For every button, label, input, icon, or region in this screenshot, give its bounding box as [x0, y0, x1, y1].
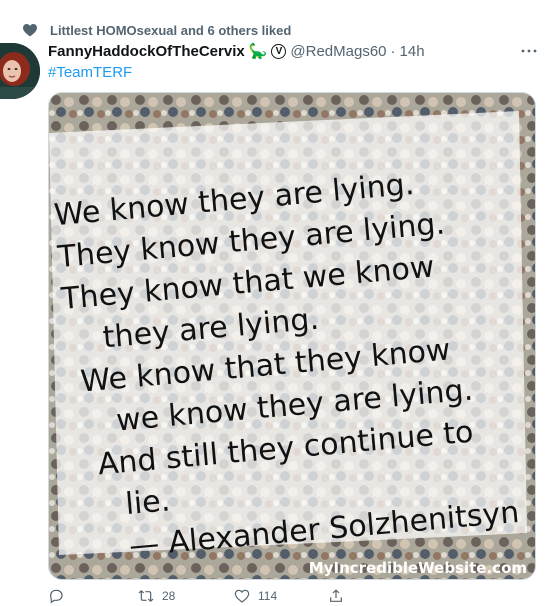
circled-v-icon: V	[271, 43, 287, 59]
display-name[interactable]: FannyHaddockOfTheCervix	[48, 43, 245, 60]
hashtag-link[interactable]: #TeamTERF	[48, 64, 132, 81]
retweet-count: 28	[162, 589, 176, 603]
retweet-icon	[138, 590, 154, 602]
more-options-icon[interactable]	[520, 42, 538, 60]
social-context-text[interactable]: Littlest HOMOsexual and 6 others liked	[50, 23, 291, 38]
quote-line: lie.	[124, 483, 172, 522]
share-icon	[330, 589, 342, 602]
share-button[interactable]	[328, 588, 344, 604]
timestamp[interactable]: 14h	[400, 43, 425, 60]
reply-button[interactable]	[48, 588, 72, 604]
like-button[interactable]: 114	[234, 588, 277, 604]
avatar[interactable]	[0, 43, 40, 99]
like-count: 114	[258, 589, 278, 603]
heart-icon	[22, 22, 38, 38]
retweet-button[interactable]: 28	[138, 588, 175, 604]
tweet-media-image[interactable]: We know they are lying. They know they a…	[48, 92, 536, 580]
tweet-header: FannyHaddockOfTheCervix 🦕 V @RedMags60 ·…	[48, 40, 425, 62]
dinosaur-emoji-icon: 🦕	[248, 43, 268, 60]
reply-icon	[50, 589, 63, 604]
image-watermark: MyIncredibleWebsite.com	[309, 559, 527, 577]
separator: ·	[390, 42, 396, 60]
tweet-actions: 28 114	[48, 586, 488, 606]
handle[interactable]: @RedMags60	[290, 43, 386, 60]
like-heart-icon	[234, 589, 250, 603]
social-context: Littlest HOMOsexual and 6 others liked	[22, 20, 291, 40]
